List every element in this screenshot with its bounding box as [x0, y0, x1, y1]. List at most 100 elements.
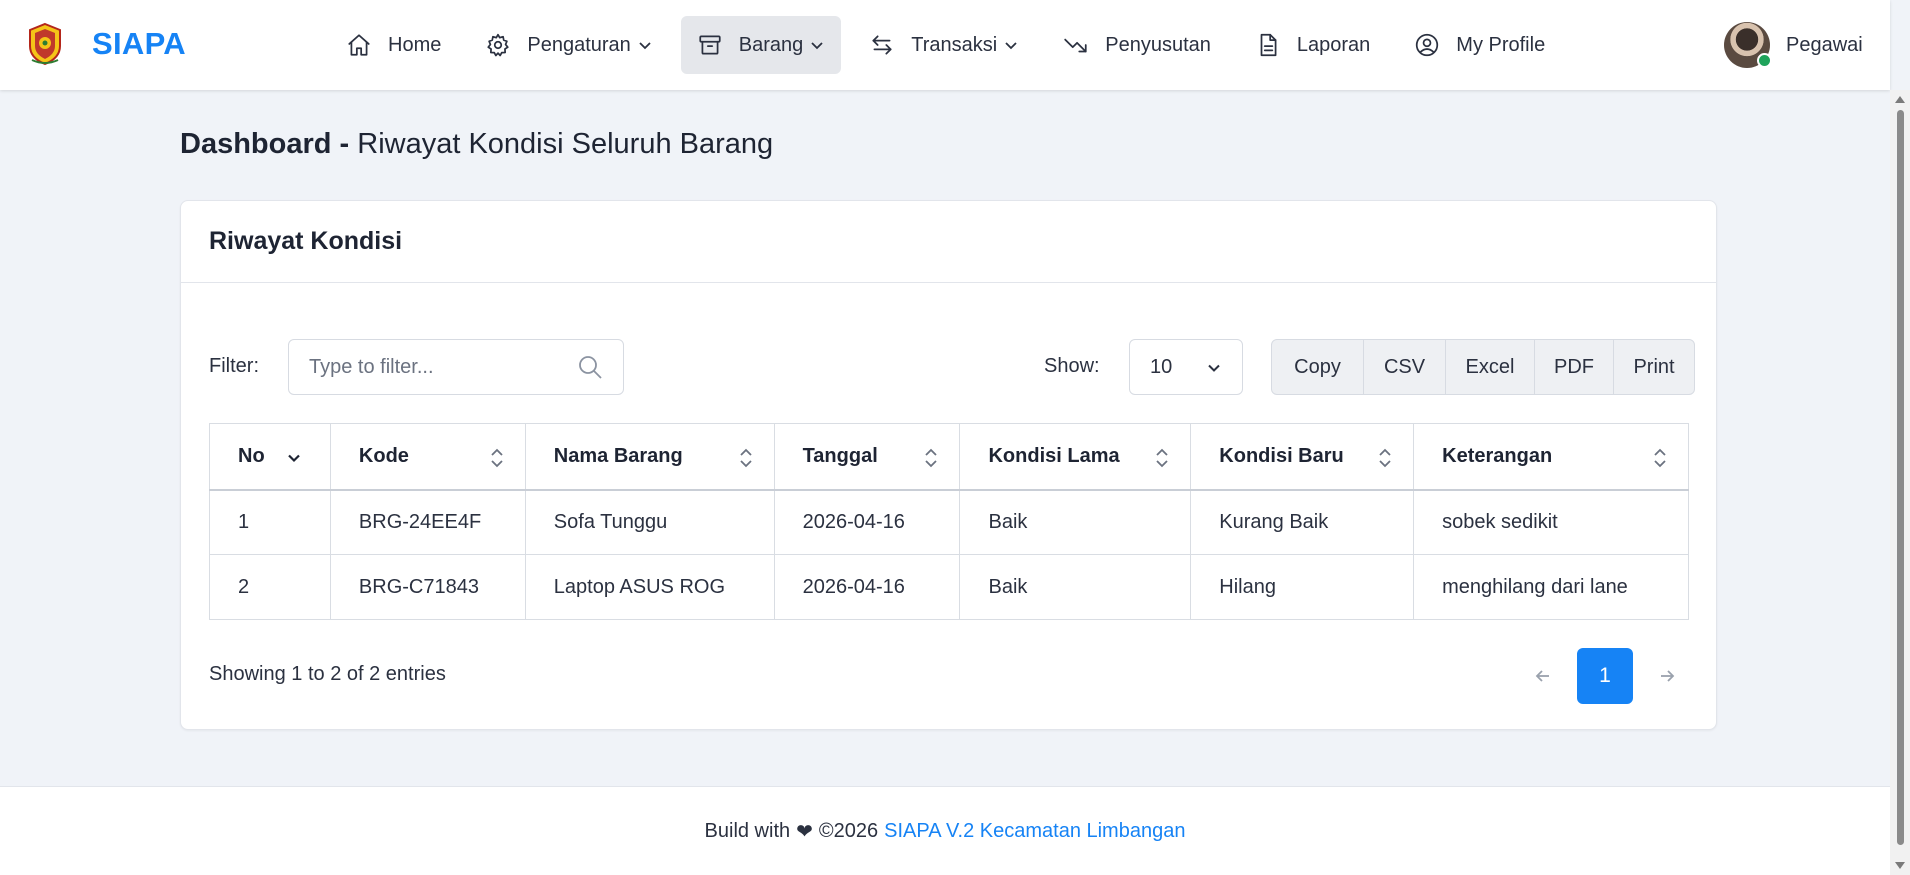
footer-prefix: Build with	[704, 819, 791, 842]
cell-kode: BRG-C71843	[329, 554, 526, 620]
sort-icon	[491, 448, 503, 468]
column-header-kode[interactable]: Kode	[329, 423, 526, 491]
column-header-label: Nama Barang	[553, 444, 683, 467]
avatar	[1724, 22, 1772, 68]
page-title: Dashboard - Riwayat Kondisi Seluruh Bara…	[180, 128, 773, 161]
pagination: 1	[1515, 648, 1695, 704]
sort-icon	[925, 448, 938, 468]
filter-input-wrapper	[288, 339, 624, 395]
user-menu[interactable]: Pegawai	[1724, 22, 1863, 68]
column-header-kondisi-baru[interactable]: Kondisi Baru	[1190, 423, 1415, 491]
column-header-no[interactable]: No	[209, 423, 331, 491]
nav-item-label: Transaksi	[911, 33, 998, 56]
trend-down-icon	[1064, 38, 1087, 53]
print-button[interactable]: Print	[1614, 340, 1694, 394]
cell-nama-barang: Laptop ASUS ROG	[524, 554, 775, 620]
nav-item-penyusutan[interactable]: Penyusutan	[1047, 16, 1227, 74]
table-info: Showing 1 to 2 of 2 entries	[209, 663, 446, 685]
riwayat-kondisi-table: No Kode Nama Barang Tanggal Kondisi Lama	[209, 423, 1689, 620]
nav-item-laporan[interactable]: Laporan	[1239, 16, 1386, 74]
card-title: Riwayat Kondisi	[209, 227, 403, 255]
column-header-tanggal[interactable]: Tanggal	[773, 423, 961, 491]
column-header-nama-barang[interactable]: Nama Barang	[524, 423, 775, 491]
cell-nama-barang: Sofa Tunggu	[524, 489, 775, 555]
nav-item-pengaturan[interactable]: Pengaturan	[469, 16, 668, 74]
scroll-up-arrow-icon[interactable]	[1895, 96, 1905, 103]
cell-kondisi-baru: Kurang Baik	[1190, 489, 1415, 555]
cell-keterangan: menghilang dari lane	[1413, 554, 1689, 620]
filter-input[interactable]	[289, 340, 569, 394]
document-icon	[1260, 33, 1277, 57]
brand-name: SIAPA	[92, 26, 186, 61]
sort-icon	[739, 448, 752, 468]
emblem-logo-icon	[29, 22, 61, 66]
cell-no: 1	[209, 489, 331, 555]
nav-item-label: My Profile	[1456, 33, 1546, 56]
footer-link[interactable]: SIAPA V.2 Kecamatan Limbangan	[884, 820, 1185, 843]
chevron-down-icon	[1208, 364, 1220, 372]
sort-icon	[1379, 448, 1391, 468]
nav-item-my-profile[interactable]: My Profile	[1398, 16, 1561, 74]
scrollbar-thumb[interactable]	[1897, 110, 1904, 845]
cell-no: 2	[209, 554, 331, 620]
nav-item-label: Pengaturan	[527, 33, 631, 56]
sort-icon	[1654, 448, 1666, 468]
column-header-kondisi-lama[interactable]: Kondisi Lama	[959, 423, 1192, 491]
nav-item-label: Laporan	[1296, 33, 1371, 56]
scroll-down-arrow-icon[interactable]	[1895, 862, 1905, 869]
cell-kondisi-lama: Baik	[959, 554, 1192, 620]
table-header-row: No Kode Nama Barang Tanggal Kondisi Lama	[209, 423, 1689, 491]
card-header: Riwayat Kondisi	[181, 201, 1716, 283]
column-header-label: Kondisi Baru	[1219, 444, 1344, 467]
home-icon	[348, 34, 370, 56]
export-button-group: Copy CSV Excel PDF Print	[1271, 339, 1695, 395]
table-toolbar: Filter: Show: 10 Copy CSV Excel PDF Prin…	[209, 339, 1695, 395]
cell-kondisi-lama: Baik	[959, 489, 1192, 555]
nav-item-label: Penyusutan	[1105, 33, 1211, 56]
cell-tanggal: 2026-04-16	[773, 489, 961, 555]
chevron-down-icon	[1005, 42, 1017, 50]
footer: Build with ❤ ©2026 SIAPA V.2 Kecamatan L…	[0, 786, 1890, 875]
pdf-button[interactable]: PDF	[1535, 340, 1614, 394]
page-button-current[interactable]: 1	[1577, 648, 1633, 704]
filter-label: Filter:	[209, 355, 259, 377]
gear-icon	[487, 33, 509, 57]
column-header-label: Tanggal	[802, 444, 878, 467]
nav-item-home[interactable]: Home	[330, 16, 457, 74]
footer-copyright: ©2026	[818, 819, 879, 842]
arrow-left-icon	[1535, 670, 1549, 682]
csv-button[interactable]: CSV	[1364, 340, 1446, 394]
nav-item-transaksi[interactable]: Transaksi	[853, 16, 1035, 74]
search-icon	[579, 356, 602, 379]
nav-item-label: Home	[388, 33, 442, 56]
nav-item-barang[interactable]: Barang	[680, 16, 842, 74]
column-header-label: Kondisi Lama	[988, 444, 1120, 467]
cell-tanggal: 2026-04-16	[773, 554, 961, 620]
chevron-down-icon	[811, 42, 823, 50]
top-navbar: SIAPA Home Pengaturan Barang Transaksi P…	[0, 0, 1890, 90]
page-scrollbar[interactable]	[1890, 90, 1910, 875]
chevron-down-icon	[639, 42, 651, 50]
arrow-right-icon	[1661, 670, 1675, 682]
nav-item-label: Barang	[738, 33, 804, 56]
column-header-label: No	[238, 444, 265, 467]
column-header-keterangan[interactable]: Keterangan	[1413, 423, 1689, 491]
show-label: Show:	[1044, 355, 1100, 377]
user-circle-icon	[1416, 33, 1439, 57]
page-size-select[interactable]: 10	[1129, 339, 1243, 395]
sort-icon	[1156, 448, 1168, 468]
previous-page-button[interactable]	[1515, 648, 1571, 704]
excel-button[interactable]: Excel	[1446, 340, 1535, 394]
copy-button[interactable]: Copy	[1272, 340, 1364, 394]
user-name: Pegawai	[1786, 33, 1863, 56]
page-size-value: 10	[1150, 355, 1173, 378]
column-header-label: Kode	[358, 444, 409, 467]
online-status-dot	[1757, 53, 1772, 68]
page-title-text: Riwayat Kondisi Seluruh Barang	[357, 128, 774, 160]
archive-box-icon	[699, 35, 721, 55]
brand[interactable]: SIAPA	[26, 22, 186, 66]
table-row: 2 BRG-C71843 Laptop ASUS ROG 2026-04-16 …	[209, 554, 1689, 620]
main-nav: Home Pengaturan Barang Transaksi Penyusu…	[330, 16, 1573, 74]
next-page-button[interactable]	[1639, 648, 1695, 704]
arrows-swap-icon	[872, 35, 892, 55]
